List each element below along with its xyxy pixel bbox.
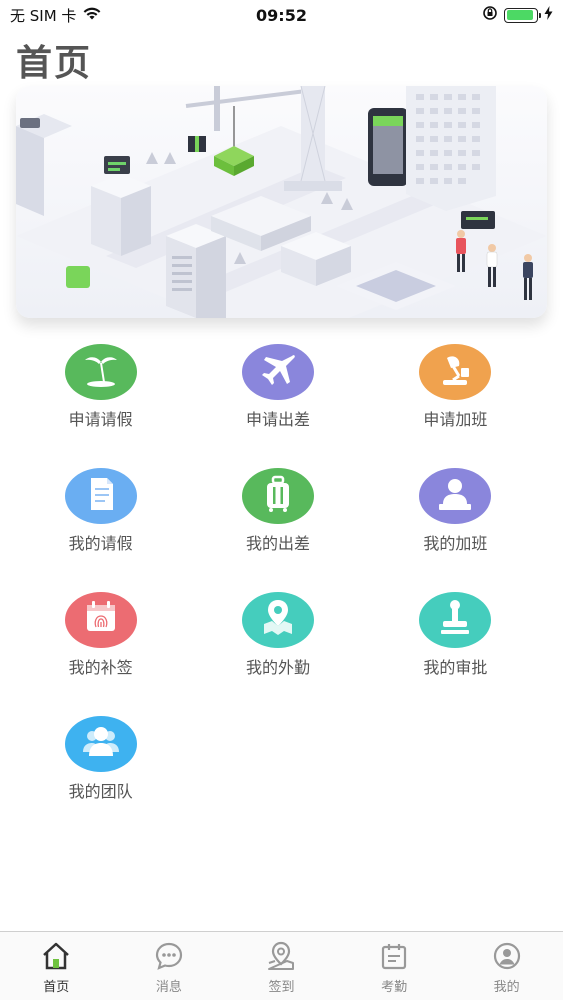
grid-item-my-trip[interactable]: 我的出差 <box>189 468 366 554</box>
fingerprint-calendar-icon <box>79 596 123 644</box>
charging-icon <box>544 6 553 24</box>
status-left: 无 SIM 卡 <box>10 5 102 26</box>
grid-item-circle <box>64 716 137 772</box>
grid-item-circle <box>64 592 137 648</box>
tab-label: 考勤 <box>381 980 408 995</box>
grid-item-circle <box>64 468 137 524</box>
battery-icon <box>504 7 541 23</box>
person-desk-icon <box>433 472 477 520</box>
team-icon <box>79 720 123 768</box>
grid-item-my-fieldwork[interactable]: 我的外勤 <box>189 592 366 678</box>
profile-icon <box>491 940 523 972</box>
airplane-icon <box>256 348 300 396</box>
tab-home[interactable]: 首页 <box>0 932 113 1000</box>
tab-messages[interactable]: 消息 <box>113 932 226 1000</box>
tab-label: 我的 <box>493 980 520 995</box>
home-icon <box>40 940 72 972</box>
location-pin-icon <box>265 940 297 972</box>
luggage-icon <box>256 472 300 520</box>
grid-item-circle <box>419 468 492 524</box>
page-title: 首页 <box>16 43 93 84</box>
grid-item-my-approval[interactable]: 我的审批 <box>367 592 544 678</box>
grid-item-circle <box>419 592 492 648</box>
status-bar: 无 SIM 卡 09:52 <box>0 0 563 30</box>
tab-label: 消息 <box>155 980 182 995</box>
grid-item-label: 我的补签 <box>68 658 133 677</box>
grid-item-circle <box>64 344 137 400</box>
beach-icon <box>79 348 123 396</box>
grid-item-label: 申请加班 <box>423 410 488 429</box>
grid-item-label: 申请出差 <box>245 410 310 429</box>
status-right <box>482 5 553 25</box>
message-icon <box>153 940 185 972</box>
tab-label: 签到 <box>268 980 295 995</box>
grid-item-circle <box>419 344 492 400</box>
grid-item-apply-leave[interactable]: 申请请假 <box>12 344 189 430</box>
document-icon <box>79 472 123 520</box>
battery-level <box>506 10 533 20</box>
grid-item-label: 我的加班 <box>423 534 488 553</box>
grid-item-circle <box>241 344 314 400</box>
grid-item-label: 我的请假 <box>68 534 133 553</box>
orientation-lock-icon <box>482 5 498 25</box>
carrier-label: 无 SIM 卡 <box>10 6 77 25</box>
stamp-icon <box>433 596 477 644</box>
bottom-tab-bar: 首页 消息 签到 考勤 我的 <box>0 931 563 1000</box>
attendance-icon <box>378 940 410 972</box>
tab-profile[interactable]: 我的 <box>450 932 563 1000</box>
grid-item-my-team[interactable]: 我的团队 <box>12 716 189 802</box>
grid-item-apply-overtime[interactable]: 申请加班 <box>367 344 544 430</box>
grid-item-label: 我的审批 <box>423 658 488 677</box>
desk-lamp-icon <box>433 348 477 396</box>
tab-checkin[interactable]: 签到 <box>225 932 338 1000</box>
grid-item-label: 申请请假 <box>68 410 133 429</box>
grid-item-label: 我的外勤 <box>245 658 310 677</box>
function-grid: 申请请假 申请出差 申请加班 我的请假 我的出差 我的加班 我的补签 我的外勤 … <box>12 344 544 802</box>
grid-item-my-overtime[interactable]: 我的加班 <box>367 468 544 554</box>
tab-attendance[interactable]: 考勤 <box>338 932 451 1000</box>
banner-illustration[interactable] <box>16 86 547 318</box>
grid-item-my-resign[interactable]: 我的补签 <box>12 592 189 678</box>
tab-label: 首页 <box>43 980 70 995</box>
grid-item-circle <box>241 592 314 648</box>
grid-item-circle <box>241 468 314 524</box>
grid-item-label: 我的出差 <box>245 534 310 553</box>
wifi-icon <box>82 6 102 25</box>
grid-item-my-leave[interactable]: 我的请假 <box>12 468 189 554</box>
map-pin-icon <box>256 596 300 644</box>
grid-item-apply-trip[interactable]: 申请出差 <box>189 344 366 430</box>
grid-item-label: 我的团队 <box>68 782 133 801</box>
city-illustration <box>16 86 547 318</box>
